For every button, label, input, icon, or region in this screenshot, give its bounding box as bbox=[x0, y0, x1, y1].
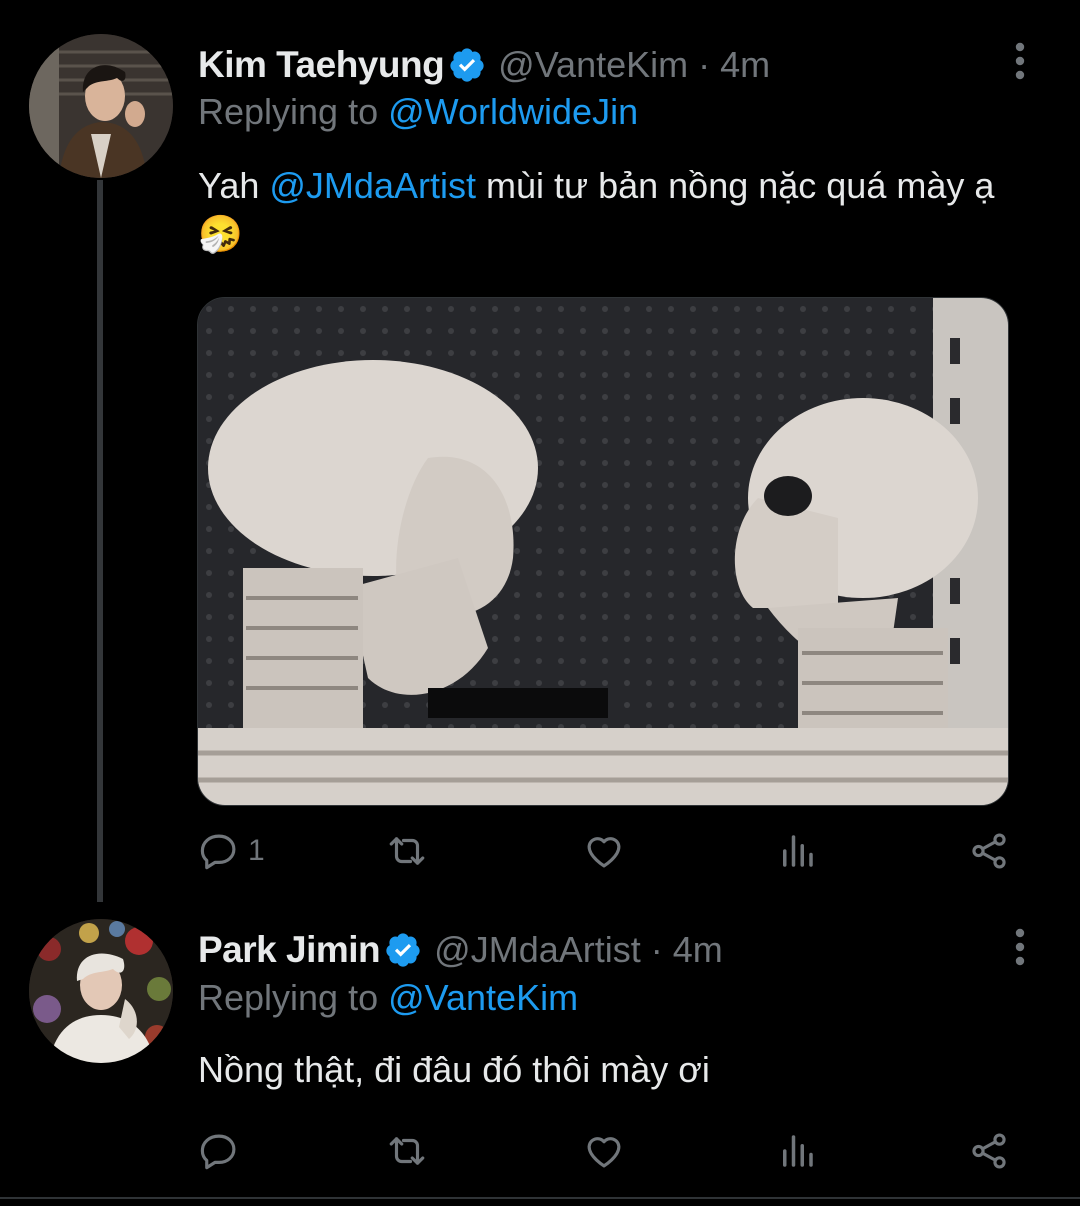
replying-to-link[interactable]: @WorldwideJin bbox=[388, 91, 638, 132]
more-icon[interactable] bbox=[1008, 927, 1032, 967]
tweet-text: Yah @JMdaArtist mùi tư bản nồng nặc quá … bbox=[198, 162, 1018, 258]
analytics-button[interactable] bbox=[776, 1126, 818, 1176]
tweet-actions: 1 bbox=[198, 826, 1018, 876]
tweet-media-image[interactable] bbox=[197, 297, 1009, 806]
share-icon bbox=[968, 1130, 1010, 1172]
analytics-button[interactable] bbox=[776, 826, 818, 876]
avatar[interactable] bbox=[29, 919, 173, 1063]
tweet-header: Kim Taehyung @VanteKim · 4m bbox=[198, 38, 770, 92]
replying-to-line: Replying to @WorldwideJin bbox=[198, 91, 638, 133]
replying-to-link[interactable]: @VanteKim bbox=[388, 977, 578, 1018]
tweet-text: Nồng thật, đi đâu đó thôi mày ơi bbox=[198, 1049, 710, 1090]
share-icon bbox=[968, 830, 1010, 872]
reply-count: 1 bbox=[248, 834, 265, 867]
more-icon[interactable] bbox=[1008, 41, 1032, 81]
tweet-text-suffix: mùi tư bản nồng nặc quá mày ạ bbox=[475, 165, 995, 206]
avatar[interactable] bbox=[29, 34, 173, 178]
like-icon bbox=[583, 830, 625, 872]
handle[interactable]: @VanteKim bbox=[498, 44, 688, 86]
divider bbox=[0, 1197, 1080, 1199]
verified-icon bbox=[384, 931, 422, 969]
retweet-icon bbox=[386, 1130, 428, 1172]
tweet-actions bbox=[198, 1126, 1018, 1176]
skeletons-image bbox=[198, 298, 1008, 805]
handle[interactable]: @JMdaArtist bbox=[434, 929, 641, 971]
share-button[interactable] bbox=[968, 1126, 1010, 1176]
like-button[interactable] bbox=[583, 826, 625, 876]
reply-button[interactable]: 1 bbox=[198, 826, 265, 876]
retweet-icon bbox=[386, 830, 428, 872]
reply-icon bbox=[198, 1130, 240, 1172]
separator-dot: · bbox=[698, 44, 711, 85]
like-button[interactable] bbox=[583, 1126, 625, 1176]
retweet-button[interactable] bbox=[386, 826, 428, 876]
replying-to-line: Replying to @VanteKim bbox=[198, 977, 578, 1019]
tweet-text-prefix: Yah bbox=[198, 165, 270, 206]
reply-button[interactable] bbox=[198, 1126, 248, 1176]
reply-icon bbox=[198, 830, 240, 872]
sneezing-emoji: 🤧 bbox=[198, 213, 243, 254]
replying-to-label: Replying to bbox=[198, 91, 379, 132]
thread-connector-line bbox=[97, 180, 103, 902]
share-button[interactable] bbox=[968, 826, 1010, 876]
like-icon bbox=[583, 1130, 625, 1172]
separator-dot: · bbox=[650, 929, 663, 970]
analytics-icon bbox=[776, 1130, 818, 1172]
analytics-icon bbox=[776, 830, 818, 872]
replying-to-label: Replying to bbox=[198, 977, 379, 1018]
display-name[interactable]: Park Jimin bbox=[198, 929, 381, 971]
mention-link[interactable]: @JMdaArtist bbox=[269, 165, 476, 206]
timestamp[interactable]: 4m bbox=[720, 44, 770, 86]
verified-icon bbox=[448, 46, 486, 84]
timestamp[interactable]: 4m bbox=[673, 929, 723, 971]
retweet-button[interactable] bbox=[386, 1126, 428, 1176]
display-name[interactable]: Kim Taehyung bbox=[198, 44, 445, 86]
tweet-header: Park Jimin @JMdaArtist · 4m bbox=[198, 923, 723, 977]
